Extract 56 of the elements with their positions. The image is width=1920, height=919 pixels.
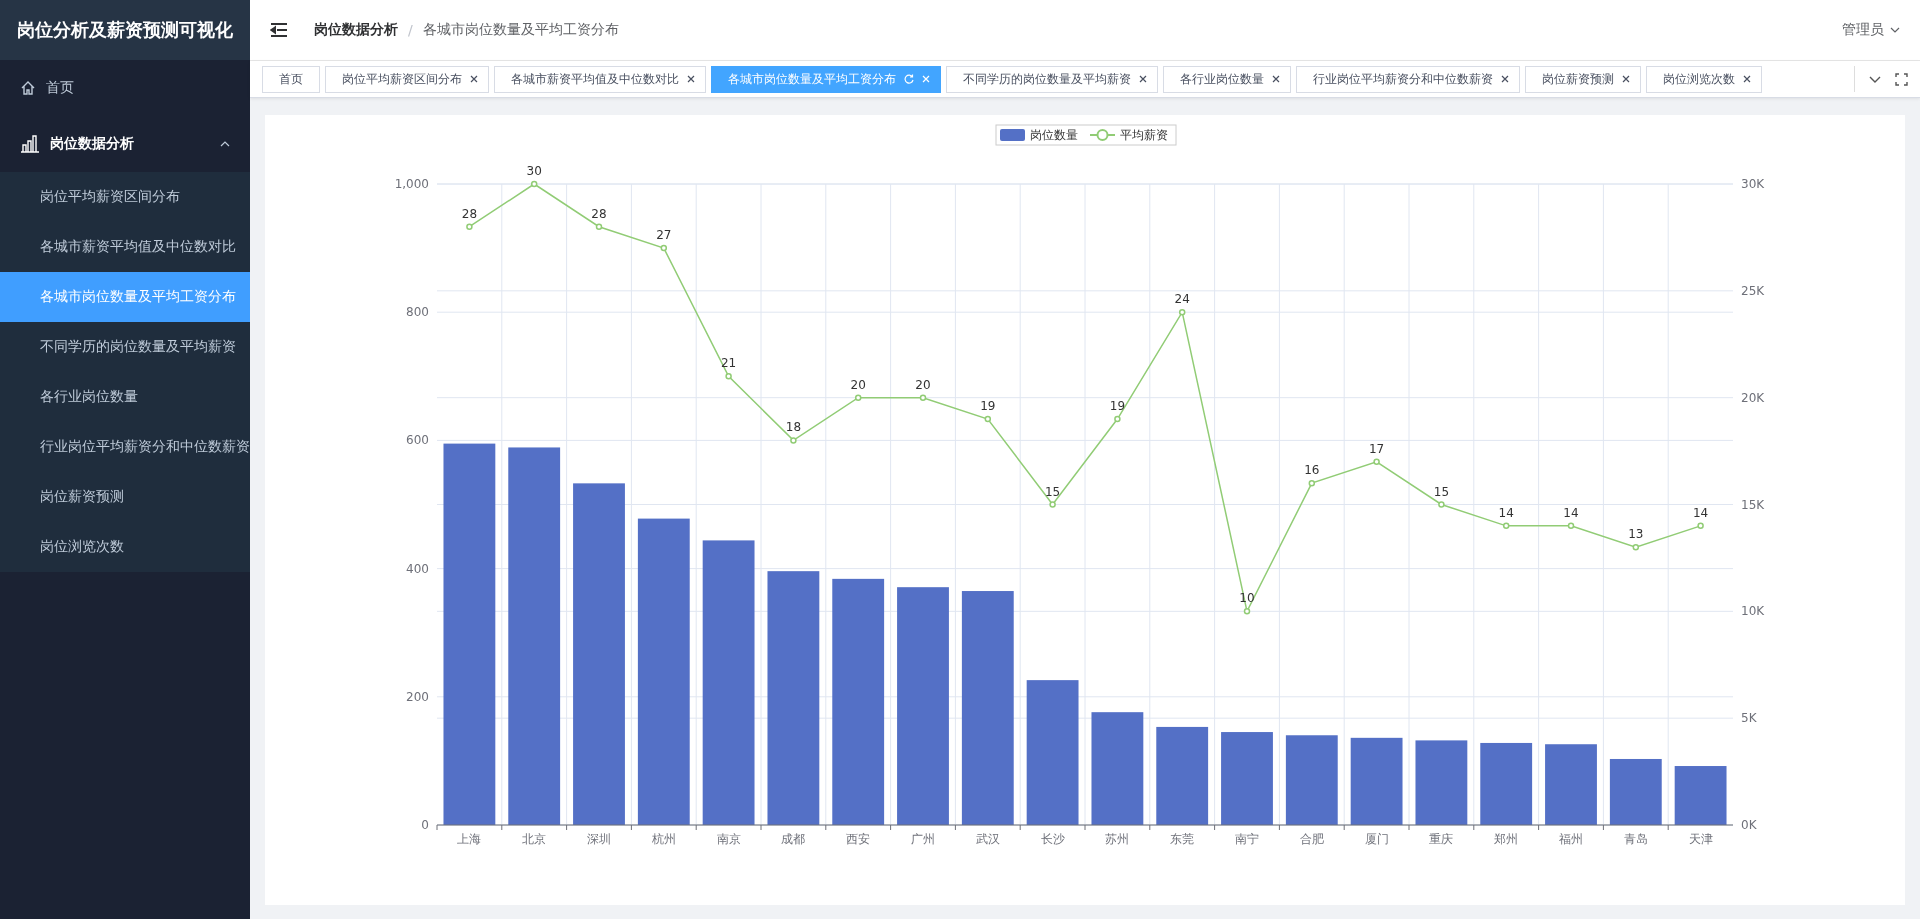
x-axis-label: 郑州 [1494, 832, 1519, 846]
x-axis-label: 南宁 [1235, 832, 1259, 846]
x-axis-label: 合肥 [1299, 832, 1324, 846]
breadcrumb-item: 各城市岗位数量及平均工资分布 [422, 21, 619, 39]
data-label: 15 [1433, 484, 1450, 499]
data-label: 16 [1304, 463, 1320, 478]
x-axis-label: 福州 [1559, 832, 1583, 846]
data-label: 14 [1692, 505, 1709, 520]
data-label: 27 [656, 228, 672, 243]
axis-tick-label: 10K [1741, 604, 1765, 619]
breadcrumb-separator: / [408, 22, 413, 38]
app-title: 岗位分析及薪资预测可视化 [0, 0, 250, 60]
data-label: 17 [1368, 441, 1385, 456]
axis-tick-label: 1,000 [394, 177, 429, 191]
x-axis-label: 北京 [522, 832, 547, 846]
axis-tick-label: 25K [1741, 283, 1765, 298]
x-axis-label: 长沙 [1040, 832, 1065, 846]
data-label: 13 [1628, 527, 1644, 542]
x-axis-label: 杭州 [651, 832, 676, 846]
data-label: 18 [785, 420, 802, 435]
axis-tick-label: 400 [406, 561, 429, 576]
x-axis-label: 天津 [1688, 832, 1713, 846]
data-label: 20 [915, 377, 931, 392]
data-label: 30 [526, 164, 542, 178]
data-label: 15 [1044, 484, 1061, 499]
data-label: 24 [1174, 292, 1190, 307]
axis-tick-label: 800 [406, 305, 429, 320]
data-label: 19 [1109, 399, 1126, 414]
data-label: 28 [591, 206, 607, 221]
axis-tick-label: 0 [421, 818, 429, 832]
axis-tick-label: 5K [1741, 711, 1757, 726]
x-axis-label: 武汉 [975, 832, 1000, 846]
x-axis-label: 厦门 [1364, 832, 1389, 846]
x-axis-label: 上海 [457, 832, 482, 846]
x-axis-label: 青岛 [1623, 832, 1648, 846]
axis-tick-label: 0K [1741, 818, 1757, 832]
axis-tick-label: 30K [1741, 177, 1765, 191]
data-label: 19 [980, 399, 996, 414]
x-axis-label: 深圳 [587, 832, 611, 846]
x-axis-label: 苏州 [1105, 832, 1130, 846]
x-axis-label: 南京 [716, 832, 741, 846]
axis-tick-label: 200 [406, 689, 429, 704]
axis-tick-label: 20K [1741, 390, 1765, 405]
x-axis-label: 重庆 [1429, 832, 1454, 846]
data-label: 21 [720, 356, 737, 371]
x-axis-label: 广州 [911, 832, 935, 846]
axis-tick-label: 600 [406, 433, 429, 448]
data-label: 14 [1563, 505, 1579, 520]
x-axis-label: 西安 [846, 832, 871, 846]
axis-tick-label: 15K [1741, 497, 1765, 512]
data-label: 28 [461, 206, 478, 221]
data-label: 20 [850, 377, 866, 392]
x-axis-label: 东莞 [1170, 832, 1195, 846]
x-axis-label: 成都 [781, 832, 806, 846]
group-label: 岗位数据分析 [50, 135, 135, 153]
data-label: 14 [1498, 505, 1514, 520]
